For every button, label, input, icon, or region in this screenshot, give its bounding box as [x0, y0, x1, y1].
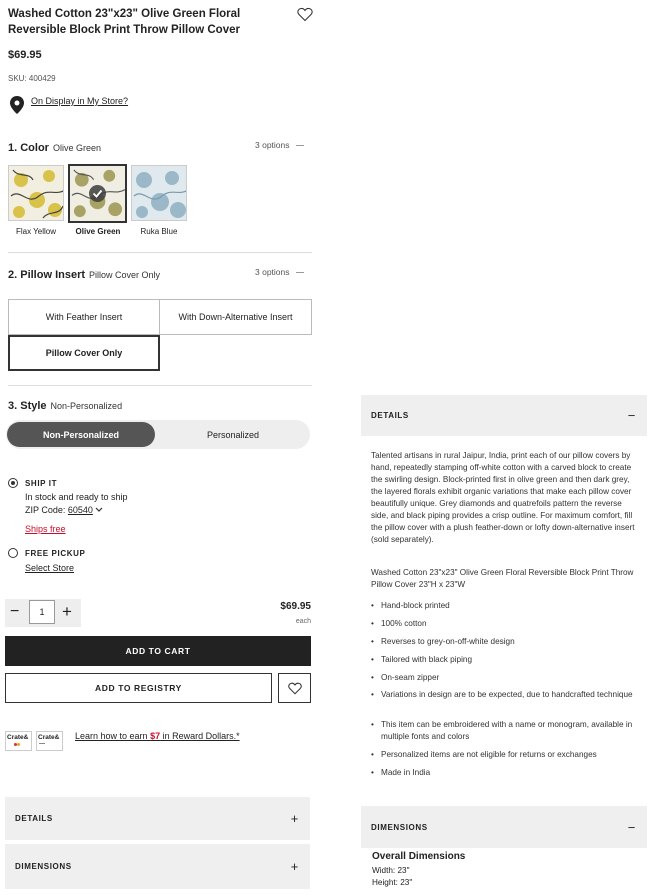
details-accordion-label: DETAILS [15, 814, 53, 823]
ships-free-link[interactable]: Ships free [25, 524, 66, 534]
free-pickup-radio[interactable] [8, 548, 18, 558]
insert-option-down-alternative[interactable]: With Down-Alternative Insert [159, 299, 312, 335]
qty-input[interactable]: 1 [29, 600, 55, 624]
on-display-link[interactable]: On Display in My Store? [31, 96, 128, 106]
qty-plus-button[interactable]: + [62, 602, 72, 622]
details-bullet: 100% cotton [371, 618, 636, 630]
favorite-button[interactable] [278, 673, 311, 703]
credit-card-icon: Crate& [5, 731, 32, 751]
color-value: Olive Green [52, 143, 101, 153]
dimensions-accordion[interactable]: DIMENSIONS + [5, 844, 310, 889]
swatch-flax-yellow[interactable] [8, 165, 64, 221]
dimensions-panel-label: DIMENSIONS [371, 822, 428, 832]
details-product-line: Washed Cotton 23"x23" Olive Green Floral… [371, 568, 634, 589]
insert-section-header[interactable]: 2. Pillow Insert Pillow Cover Only [8, 265, 160, 283]
details-bullet: Hand-block printed [371, 600, 636, 612]
swatch-label-olive-green: Olive Green [75, 227, 121, 236]
ruka-blue-pattern [132, 166, 186, 220]
swatch-label-flax-yellow: Flax Yellow [15, 227, 57, 236]
details-bullet: This item can be embroidered with a name… [371, 719, 636, 743]
overall-dimensions-heading: Overall Dimensions [372, 851, 466, 862]
details-panel-label: DETAILS [371, 411, 409, 420]
style-personalized[interactable]: Personalized [158, 422, 308, 447]
dimensions-accordion-label: DIMENSIONS [15, 862, 72, 871]
color-section-header[interactable]: 1. Color Olive Green [8, 138, 101, 156]
dimension-width: Width: 23" [372, 866, 410, 875]
heart-icon[interactable] [297, 7, 313, 22]
plus-icon: + [290, 811, 299, 826]
color-label: 1. Color [8, 142, 49, 154]
details-panel-header[interactable]: DETAILS − [361, 395, 647, 436]
ship-it-radio[interactable] [8, 478, 18, 488]
details-bullet: Personalized items are not eligible for … [371, 749, 636, 761]
style-label: 3. Style [8, 400, 47, 412]
ship-it-title: SHIP IT [25, 479, 58, 488]
minus-icon: − [627, 819, 636, 835]
insert-label: 2. Pillow Insert [8, 269, 86, 281]
details-bullet: Variations in design are to be expected,… [371, 689, 636, 701]
add-to-cart-button[interactable]: ADD TO CART [5, 636, 311, 666]
divider [8, 385, 312, 386]
insert-value: Pillow Cover Only [89, 270, 161, 280]
color-options-count: 3 options [255, 140, 304, 150]
line-price: $69.95 [280, 601, 311, 612]
details-bullet: Made in India [371, 767, 636, 779]
heart-icon [287, 682, 302, 694]
swatch-label-ruka-blue: Ruka Blue [140, 227, 178, 236]
minus-icon: − [627, 408, 636, 423]
stock-status: In stock and ready to ship [25, 492, 128, 502]
dimensions-panel-header[interactable]: DIMENSIONS − [361, 806, 647, 848]
credit-card-icon: Crate& [36, 731, 63, 751]
style-section-header: 3. Style Non-Personalized [8, 396, 122, 414]
dimension-height: Height: 23" [372, 878, 413, 887]
style-non-personalized[interactable]: Non-Personalized [7, 422, 155, 447]
zip-code-link[interactable]: 60540 [68, 505, 93, 515]
each-label: each [295, 618, 311, 625]
divider [8, 252, 312, 253]
rewards-link[interactable]: Learn how to earn $7 in Reward Dollars.* [75, 731, 240, 741]
add-to-registry-button[interactable]: ADD TO REGISTRY [5, 673, 272, 703]
details-bullet: Reverses to grey-on-off-white design [371, 636, 636, 648]
product-sku: SKU: 400429 [8, 74, 56, 83]
zip-label: ZIP Code: [25, 505, 66, 515]
insert-option-feather[interactable]: With Feather Insert [8, 299, 160, 335]
free-pickup-title: FREE PICKUP [25, 549, 86, 558]
details-bullet: On-seam zipper [371, 672, 636, 684]
details-bullet: Tailored with black piping [371, 654, 636, 666]
zip-row: ZIP Code: 60540 [25, 505, 103, 515]
swatch-olive-green[interactable] [68, 164, 127, 223]
details-paragraph: Talented artisans in rural Jaipur, India… [371, 451, 635, 544]
details-accordion[interactable]: DETAILS + [5, 797, 310, 840]
chevron-down-icon[interactable] [95, 507, 103, 513]
plus-icon: + [290, 859, 299, 874]
location-pin-icon [10, 96, 24, 114]
insert-option-cover-only[interactable]: Pillow Cover Only [8, 335, 160, 371]
qty-minus-button[interactable]: − [10, 603, 19, 621]
swatch-ruka-blue[interactable] [131, 165, 187, 221]
product-price: $69.95 [8, 49, 42, 61]
flax-yellow-pattern [9, 166, 63, 220]
product-title: Washed Cotton 23"x23" Olive Green Floral… [8, 8, 241, 36]
insert-options-count: 3 options [255, 267, 304, 277]
select-store-link[interactable]: Select Store [25, 563, 74, 573]
style-value: Non-Personalized [50, 401, 123, 411]
selected-check-icon [89, 185, 106, 202]
